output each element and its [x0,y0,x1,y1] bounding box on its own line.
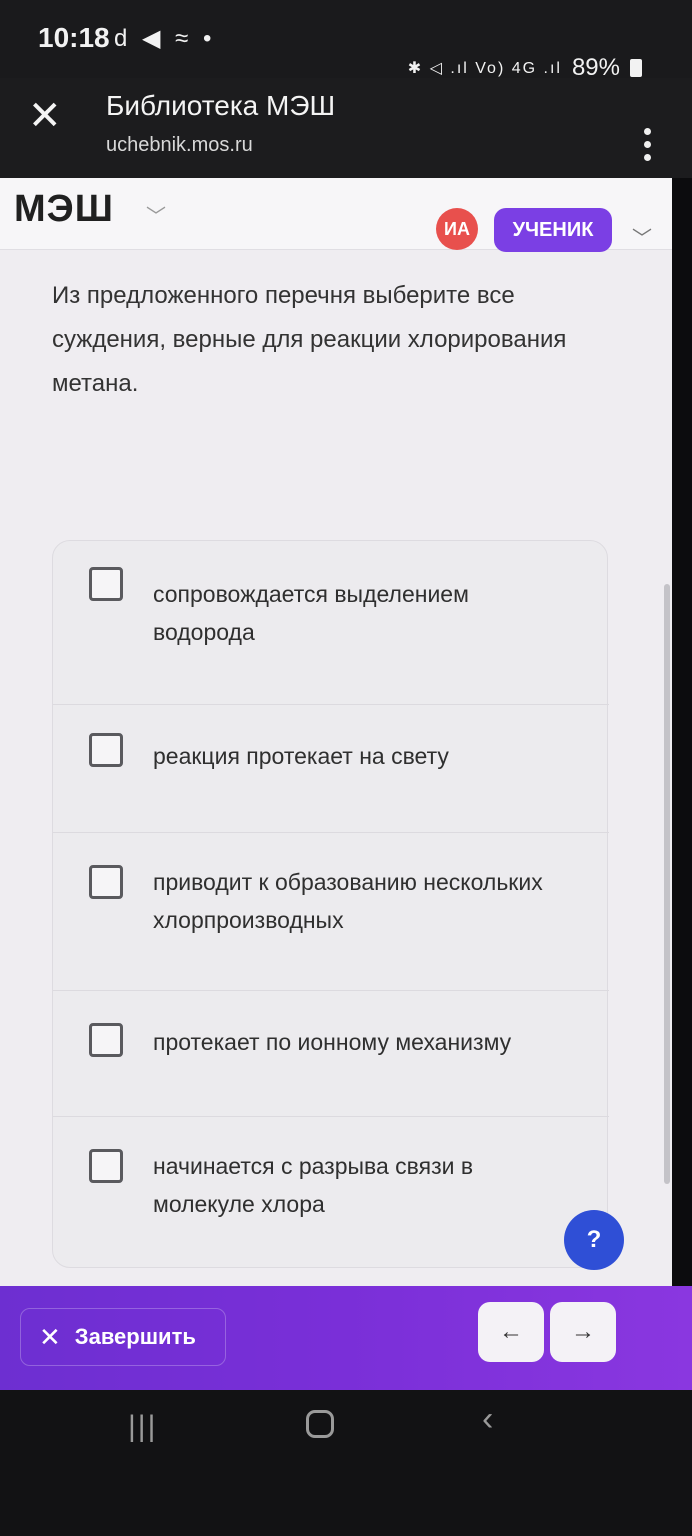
recents-icon[interactable]: ||| [128,1410,157,1444]
option-label: реакция протекает на свету [153,743,449,769]
next-button[interactable]: → [550,1302,616,1362]
prev-button[interactable]: ← [478,1302,544,1362]
option-item[interactable]: реакция протекает на свету [53,705,609,833]
signal-icons: ✱ ◁ .ıl Vo) 4G .ıl [407,60,562,77]
option-item[interactable]: протекает по ионному механизму [53,991,609,1117]
back-icon[interactable]: ‹ [482,1400,493,1439]
option-label: протекает по ионному механизму [153,1029,512,1055]
battery-icon [630,59,642,77]
dot [644,154,651,161]
checkbox[interactable] [89,733,123,767]
page: МЭШ ﹀ ИА УЧЕНИК ﹀ Из предложенного переч… [0,178,672,1286]
option-item[interactable]: начинается с разрыва связи в молекуле хл… [53,1117,609,1267]
role-badge[interactable]: УЧЕНИК [494,208,612,252]
option-item[interactable]: сопровождается выделением водорода [53,541,609,705]
checkbox[interactable] [89,567,123,601]
status-time: 10:18 [38,22,110,53]
browser-toolbar: ✕ Библиотека МЭШ uchebnik.mos.ru [0,78,692,178]
option-label: приводит к образованию нескольких хлорпр… [153,869,543,933]
dot [644,128,651,135]
option-label: начинается с разрыва связи в молекуле хл… [153,1153,474,1217]
browser-title: Библиотека МЭШ [106,90,336,121]
help-button[interactable]: ? [564,1210,624,1270]
options-card: сопровождается выделением водорода реакц… [52,540,609,1268]
checkbox[interactable] [89,1149,123,1183]
chevron-down-icon[interactable]: ﹀ [146,200,166,229]
chevron-down-icon[interactable]: ﹀ [632,222,652,251]
question-text: Из предложенного перечня выберите все су… [52,282,567,397]
browser-url: uchebnik.mos.ru [106,134,253,156]
bottom-action-bar: ✕ Завершить ← → [0,1286,692,1390]
system-navigation-bar: ||| ‹ [0,1390,692,1536]
option-item[interactable]: приводит к образованию нескольких хлорпр… [53,833,609,991]
app-header: МЭШ ﹀ ИА УЧЕНИК ﹀ [0,178,672,252]
status-bar: 10:18 d ◀ ≈ • ✱ ◁ .ıl Vo) 4G .ıl 89% [0,0,692,81]
option-label: сопровождается выделением водорода [153,581,469,645]
finish-label: Завершить [74,1324,196,1349]
close-icon: ✕ [39,1321,61,1352]
scrollbar[interactable] [664,584,670,1184]
close-icon[interactable]: ✕ [28,96,62,136]
checkbox[interactable] [89,1023,123,1057]
more-menu-icon[interactable] [644,128,652,161]
checkbox[interactable] [89,865,123,899]
avatar[interactable]: ИА [436,208,478,250]
home-icon[interactable] [306,1410,334,1438]
dot [644,141,651,148]
finish-button[interactable]: ✕ Завершить [20,1308,226,1366]
app-logo[interactable]: МЭШ [14,188,114,231]
notification-icons: d ◀ ≈ • [114,25,216,52]
